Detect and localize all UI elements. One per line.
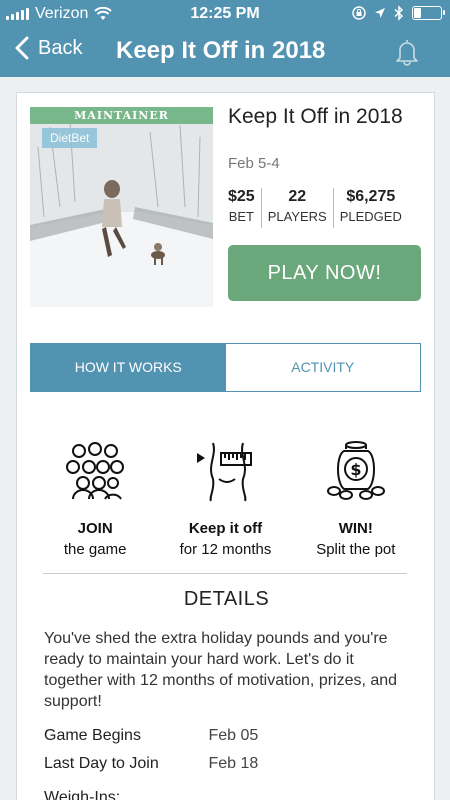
game-stats: $25 BET 22 PLAYERS $6,275 PLEDGED	[228, 188, 423, 228]
details-heading: DETAILS	[183, 588, 270, 610]
info-value: Feb 05	[208, 727, 259, 744]
game-title: Keep It Off in 2018	[228, 105, 403, 128]
bluetooth-icon	[394, 5, 404, 21]
stat-label: BET	[228, 209, 254, 224]
stat-bet: $25 BET	[228, 188, 261, 228]
step-join: JOIN the game	[30, 439, 160, 558]
stat-pledged: $6,275 PLEDGED	[332, 188, 408, 228]
tab-activity[interactable]: ACTIVITY	[225, 344, 420, 391]
game-image: MAINTAINER DietBet	[30, 107, 213, 307]
location-icon	[375, 8, 385, 18]
waist-measure-icon	[197, 442, 253, 502]
battery-icon	[412, 6, 445, 20]
step-win: $ WIN! Split the pot	[291, 439, 421, 558]
chevron-left-icon	[15, 36, 29, 60]
step-subtitle: the game	[63, 541, 127, 558]
nav-bar: Back Keep It Off in 2018	[0, 30, 450, 77]
step-title: WIN!	[338, 520, 373, 537]
how-it-works-steps: JOIN the game Keep it off for 12 months	[30, 439, 421, 558]
stat-value: $6,275	[346, 188, 396, 205]
game-card: MAINTAINER DietBet Keep It Off in 2018 F…	[16, 92, 435, 800]
info-label: Weigh-Ins:	[44, 789, 121, 800]
status-bar: Verizon 12:25 PM	[0, 0, 450, 30]
step-subtitle: for 12 months	[179, 541, 272, 558]
back-button[interactable]: Back	[14, 36, 82, 60]
dietbet-logo: DietBet	[42, 128, 98, 148]
play-now-button[interactable]: PLAY NOW!	[228, 245, 421, 301]
maintainer-badge: MAINTAINER	[30, 107, 213, 124]
game-dates: Feb 5-4	[228, 155, 280, 172]
stat-value: 22	[288, 188, 307, 205]
svg-text:$: $	[350, 460, 361, 479]
info-label: Last Day to Join	[44, 755, 159, 772]
info-row-game-begins: Game Begins Feb 05	[44, 727, 258, 745]
rotation-lock-icon	[352, 6, 366, 20]
stat-players: 22 PLAYERS	[260, 188, 333, 228]
info-row-weigh-ins: Weigh-Ins:	[44, 789, 204, 800]
info-label: Game Begins	[44, 727, 141, 744]
details-description: You've shed the extra holiday pounds and…	[44, 630, 398, 710]
bell-icon[interactable]	[394, 38, 420, 66]
step-subtitle: Split the pot	[316, 541, 396, 558]
divider	[43, 573, 407, 574]
tab-bar: HOW IT WORKS ACTIVITY	[30, 343, 421, 392]
app-header: Verizon 12:25 PM Back Keep It Off in 201…	[0, 0, 450, 77]
group-icon	[66, 442, 125, 500]
info-value: Feb 18	[208, 755, 259, 772]
back-label: Back	[38, 36, 83, 59]
info-row-last-day: Last Day to Join Feb 18	[44, 755, 258, 773]
stat-value: $25	[228, 188, 255, 205]
page-title: Keep It Off in 2018	[116, 37, 326, 64]
stat-label: PLAYERS	[267, 209, 327, 224]
stat-label: PLEDGED	[339, 209, 402, 224]
step-keep-it-off: Keep it off for 12 months	[160, 439, 290, 558]
step-title: Keep it off	[188, 520, 263, 537]
tab-how-it-works[interactable]: HOW IT WORKS	[31, 344, 226, 391]
money-jar-icon: $	[326, 441, 385, 500]
step-title: JOIN	[77, 520, 113, 537]
